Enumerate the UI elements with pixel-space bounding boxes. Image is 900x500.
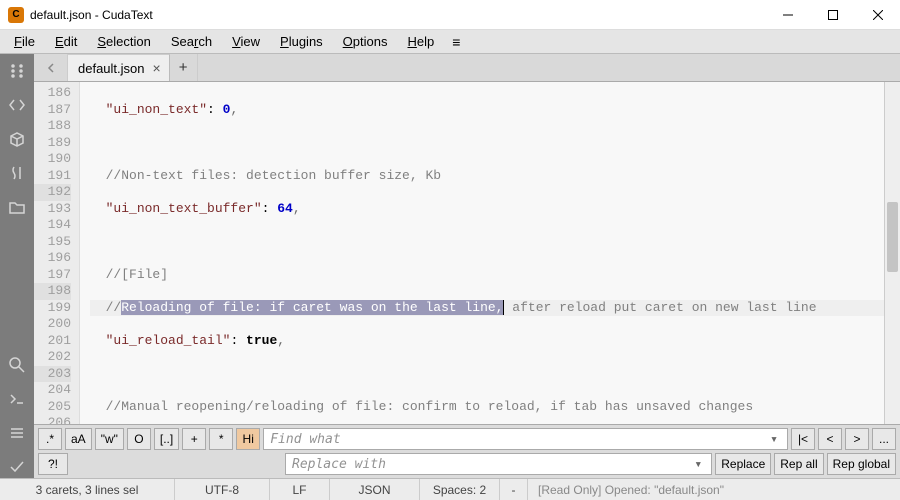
menu-hamburger-icon[interactable]: ≡ [446,32,466,52]
menu-edit[interactable]: Edit [45,32,87,51]
code-editor[interactable]: "ui_non_text": 0, //Non-text files: dete… [80,82,884,424]
vertical-scrollbar[interactable] [884,82,900,424]
status-lexer[interactable]: JSON [330,479,420,500]
find-word-button[interactable]: "w" [95,428,124,450]
find-replace-panel: .* aA "w" O [..] + * Hi Find what ▾ |< <… [34,424,900,478]
menu-selection[interactable]: Selection [87,32,160,51]
menubar: File Edit Selection Search View Plugins … [0,30,900,54]
dropdown-icon[interactable]: ▾ [691,457,705,472]
menu-view[interactable]: View [222,32,270,51]
replace-input[interactable]: Replace with ▾ [285,453,712,475]
app-icon: C [8,7,24,23]
search-icon[interactable] [6,354,28,376]
find-placeholder: Find what [270,432,340,447]
find-highlight-button[interactable]: Hi [236,428,260,450]
tab-close-icon[interactable]: × [153,60,161,76]
find-star-button[interactable]: * [209,428,233,450]
status-carets[interactable]: 3 carets, 3 lines sel [0,479,175,500]
sidebar [0,54,34,478]
box-icon[interactable] [6,128,28,150]
find-next-button[interactable]: > [845,428,869,450]
replace-all-button[interactable]: Rep all [774,453,823,475]
find-wrap-button[interactable]: O [127,428,151,450]
tab-default-json[interactable]: default.json × [68,54,170,81]
folder-icon[interactable] [6,196,28,218]
status-encoding[interactable]: UTF-8 [175,479,270,500]
dropdown-icon[interactable]: ▾ [767,432,781,447]
close-button[interactable] [855,0,900,30]
replace-button[interactable]: Replace [715,453,771,475]
tab-prev-icon[interactable] [34,54,68,81]
minimize-button[interactable] [765,0,810,30]
replace-placeholder: Replace with [292,457,386,472]
drag-handle-icon[interactable] [6,60,28,82]
status-lineend[interactable]: LF [270,479,330,500]
find-help-button[interactable]: ?! [38,453,68,475]
menu-options[interactable]: Options [333,32,398,51]
line-gutter: 186187188 189190191 192193194 195196197 … [34,82,80,424]
find-more-button[interactable]: ... [872,428,896,450]
replace-global-button[interactable]: Rep global [827,453,896,475]
find-prev-button[interactable]: < [818,428,842,450]
status-spaces[interactable]: Spaces: 2 [420,479,500,500]
find-first-button[interactable]: |< [791,428,815,450]
find-input[interactable]: Find what ▾ [263,428,788,450]
find-case-button[interactable]: aA [65,428,92,450]
list-icon[interactable] [6,422,28,444]
menu-search[interactable]: Search [161,32,222,51]
find-plus-button[interactable]: + [182,428,206,450]
tab-bar: default.json × + [34,54,900,82]
statusbar: 3 carets, 3 lines sel UTF-8 LF JSON Spac… [0,478,900,500]
find-regex-button[interactable]: .* [38,428,62,450]
check-icon[interactable] [6,456,28,478]
delta-icon[interactable] [6,162,28,184]
menu-help[interactable]: Help [398,32,445,51]
status-dash: - [500,479,528,500]
status-message: [Read Only] Opened: "default.json" [528,479,900,500]
titlebar: C default.json - CudaText [0,0,900,30]
code-icon[interactable] [6,94,28,116]
menu-file[interactable]: File [4,32,45,51]
tab-label: default.json [78,61,145,76]
find-insel-button[interactable]: [..] [154,428,179,450]
maximize-button[interactable] [810,0,855,30]
scrollbar-thumb[interactable] [887,202,898,272]
console-icon[interactable] [6,388,28,410]
tab-add-button[interactable]: + [170,54,198,81]
menu-plugins[interactable]: Plugins [270,32,333,51]
window-title: default.json - CudaText [30,8,765,22]
